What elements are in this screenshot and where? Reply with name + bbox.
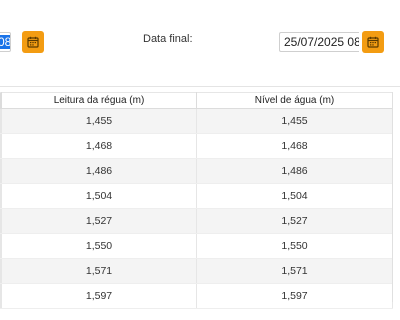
table-row: 1,597 1,597 — [0, 283, 393, 309]
cell-water-level: 1,455 — [196, 108, 393, 134]
cell-gauge-reading: 1,455 — [1, 108, 197, 134]
calendar-icon — [27, 36, 39, 48]
cell-gauge-reading: 1,486 — [1, 158, 197, 184]
calendar-icon — [367, 36, 379, 48]
table-row: 1,486 1,486 — [0, 158, 393, 184]
table-body: 1,455 1,455 1,468 1,468 1,486 1,486 1,504 1,504… — [0, 108, 393, 309]
column-header-water-level[interactable]: Nível de água (m) — [196, 92, 393, 109]
cell-water-level: 1,597 — [196, 283, 393, 309]
table-row: 1,504 1,504 — [0, 183, 393, 209]
cell-water-level: 1,571 — [196, 258, 393, 284]
table-row: 1,550 1,550 — [0, 233, 393, 259]
table-row: 1,527 1,527 — [0, 208, 393, 234]
column-header-gauge-reading[interactable]: Leitura da régua (m) — [1, 92, 197, 109]
table-header-row: Leitura da régua (m) Nível de água (m) — [0, 92, 393, 109]
table-row: 1,468 1,468 — [0, 133, 393, 159]
start-date-selected-text: 08 — [0, 35, 10, 49]
cell-gauge-reading: 1,468 — [1, 133, 197, 159]
cell-gauge-reading: 1,527 — [1, 208, 197, 234]
cell-gauge-reading: 1,571 — [1, 258, 197, 284]
cell-water-level: 1,550 — [196, 233, 393, 259]
filter-divider — [0, 86, 400, 87]
cell-gauge-reading: 1,597 — [1, 283, 197, 309]
cell-water-level: 1,486 — [196, 158, 393, 184]
table-next-column-edge — [392, 92, 400, 302]
table-row: 1,455 1,455 — [0, 108, 393, 134]
start-date-input[interactable]: 08 — [0, 32, 11, 52]
end-date-input[interactable]: 25/07/2025 08 — [279, 32, 359, 52]
cell-water-level: 1,527 — [196, 208, 393, 234]
end-date-calendar-button[interactable] — [362, 31, 384, 53]
cell-water-level: 1,468 — [196, 133, 393, 159]
cell-gauge-reading: 1,550 — [1, 233, 197, 259]
start-date-calendar-button[interactable] — [22, 31, 44, 53]
readings-table: Leitura da régua (m) Nível de água (m) 1… — [0, 92, 393, 309]
cell-water-level: 1,504 — [196, 183, 393, 209]
end-date-label: Data final: — [143, 33, 193, 45]
table-row: 1,571 1,571 — [0, 258, 393, 284]
cell-gauge-reading: 1,504 — [1, 183, 197, 209]
